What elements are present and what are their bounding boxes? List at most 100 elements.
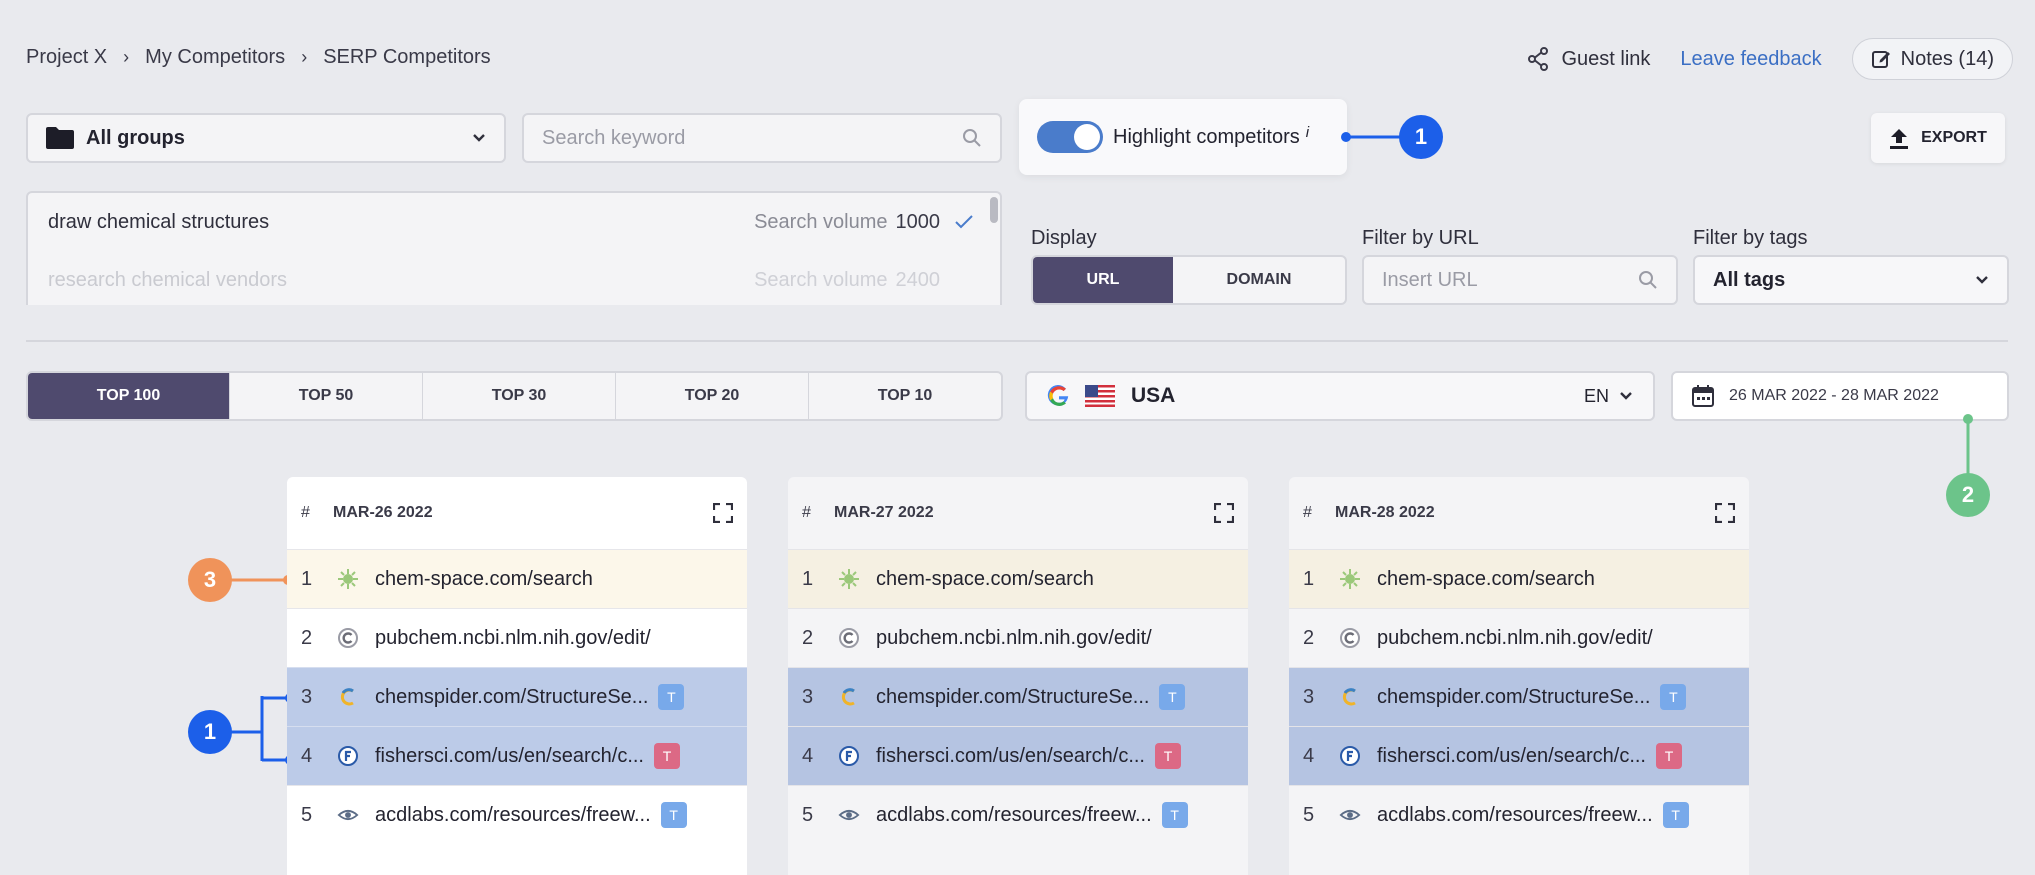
row-url[interactable]: pubchem.ncbi.nlm.nih.gov/edit/ [876, 627, 1152, 650]
upload-icon [1890, 129, 1909, 149]
chevron-down-icon [473, 134, 485, 142]
column-date: MAR-26 2022 [333, 504, 433, 521]
tab-top-100[interactable]: TOP 100 [28, 373, 229, 419]
highlight-competitors-toggle[interactable] [1037, 121, 1103, 153]
serp-row[interactable]: 1 chem-space.com/search [788, 549, 1248, 608]
column-date: MAR-27 2022 [834, 504, 934, 521]
row-url[interactable]: acdlabs.com/resources/freew... [1377, 804, 1653, 827]
date-range-picker[interactable]: 26 MAR 2022 - 28 MAR 2022 [1671, 371, 2009, 421]
keyword-item[interactable]: draw chemical structures Search volume 10… [28, 193, 1000, 251]
filter-tags-select[interactable]: All tags [1693, 255, 2009, 305]
tab-top-30[interactable]: TOP 30 [422, 373, 615, 419]
search-engine-region-select[interactable]: USA EN [1025, 371, 1655, 421]
tag-badge[interactable]: T [660, 802, 687, 828]
column-date: MAR-28 2022 [1335, 504, 1435, 521]
share-icon [1528, 47, 1549, 71]
serp-column: # MAR-27 2022 1 chem-space.com/search 2 pubch… [788, 477, 1248, 875]
breadcrumb-project[interactable]: Project X [26, 46, 107, 69]
region-country: USA [1131, 384, 1176, 407]
leave-feedback-link[interactable]: Leave feedback [1680, 48, 1821, 71]
tag-badge[interactable]: T [1161, 802, 1188, 828]
breadcrumb-my-competitors[interactable]: My Competitors [145, 46, 285, 69]
search-keyword-input[interactable]: Search keyword [522, 113, 1002, 163]
tab-top-10[interactable]: TOP 10 [808, 373, 1001, 419]
serp-row[interactable]: 2 pubchem.ncbi.nlm.nih.gov/edit/ [788, 608, 1248, 667]
tab-top-50[interactable]: TOP 50 [229, 373, 422, 419]
row-url[interactable]: acdlabs.com/resources/freew... [876, 804, 1152, 827]
export-button[interactable]: EXPORT [1871, 113, 2005, 163]
serp-row[interactable]: 5 acdlabs.com/resources/freew... T [788, 785, 1248, 844]
serp-row[interactable]: 1 chem-space.com/search [1289, 549, 1749, 608]
serp-row[interactable]: 3 chemspider.com/StructureSe... T [1289, 667, 1749, 726]
search-icon [1639, 271, 1657, 289]
serp-row[interactable]: 3 chemspider.com/StructureSe... T [788, 667, 1248, 726]
serp-row[interactable]: 4 fishersci.com/us/en/search/c... T [287, 726, 747, 785]
serp-row[interactable]: 2 pubchem.ncbi.nlm.nih.gov/edit/ [1289, 608, 1749, 667]
callout-connector [230, 575, 293, 585]
row-url[interactable]: chem-space.com/search [375, 568, 593, 591]
breadcrumb: Project X › My Competitors › SERP Compet… [26, 46, 491, 69]
tag-badge[interactable]: T [1154, 743, 1181, 769]
row-url[interactable]: chem-space.com/search [1377, 568, 1595, 591]
serp-row[interactable]: 1 chem-space.com/search [287, 549, 747, 608]
serp-row[interactable]: 5 acdlabs.com/resources/freew... T [287, 785, 747, 844]
row-url[interactable]: fishersci.com/us/en/search/c... [375, 745, 644, 768]
tag-badge[interactable]: T [1662, 802, 1689, 828]
info-icon[interactable]: i [1306, 124, 1309, 141]
c-circle-icon [1339, 627, 1361, 649]
notes-button[interactable]: Notes (14) [1851, 38, 2013, 80]
tab-top-20[interactable]: TOP 20 [615, 373, 808, 419]
callout-connector [1341, 132, 1402, 142]
row-position: 4 [1303, 744, 1315, 767]
display-toggle: URL DOMAIN [1031, 255, 1347, 305]
filter-url-input[interactable]: Insert URL [1362, 255, 1678, 305]
display-url-option[interactable]: URL [1033, 257, 1173, 303]
expand-icon[interactable] [713, 503, 733, 523]
tag-badge[interactable]: T [1159, 684, 1186, 710]
row-url[interactable]: chemspider.com/StructureSe... [1377, 686, 1650, 709]
calendar-icon [1692, 385, 1714, 407]
display-domain-option[interactable]: DOMAIN [1173, 257, 1345, 303]
eye-icon [337, 804, 359, 826]
callout-badge: 2 [1946, 473, 1990, 517]
tag-badge[interactable]: T [1660, 684, 1687, 710]
serp-row[interactable]: 4 fishersci.com/us/en/search/c... T [788, 726, 1248, 785]
scrollbar-thumb[interactable] [990, 197, 998, 223]
row-url[interactable]: chemspider.com/StructureSe... [375, 686, 648, 709]
row-position: 4 [802, 744, 814, 767]
search-volume: Search volume 1000 [754, 210, 940, 233]
language-select[interactable]: EN [1584, 386, 1633, 407]
serp-row[interactable]: 4 fishersci.com/us/en/search/c... T [1289, 726, 1749, 785]
row-url[interactable]: acdlabs.com/resources/freew... [375, 804, 651, 827]
position-header: # [1303, 504, 1312, 521]
search-volume: Search volume 2400 [754, 268, 940, 291]
serp-row[interactable]: 2 pubchem.ncbi.nlm.nih.gov/edit/ [287, 608, 747, 667]
keyword-item[interactable]: research chemical vendors Search volume 2… [28, 251, 1000, 305]
fisher-icon [838, 745, 860, 767]
row-url[interactable]: chem-space.com/search [876, 568, 1094, 591]
row-url[interactable]: pubchem.ncbi.nlm.nih.gov/edit/ [1377, 627, 1653, 650]
tag-badge[interactable]: T [658, 684, 685, 710]
guest-link-button[interactable]: Guest link [1527, 47, 1650, 71]
row-position: 3 [802, 685, 814, 708]
expand-icon[interactable] [1715, 503, 1735, 523]
google-icon [1047, 384, 1069, 406]
chevron-down-icon [1976, 276, 1988, 284]
serp-column: # MAR-28 2022 1 chem-space.com/search 2 pubch… [1289, 477, 1749, 875]
serp-row[interactable]: 3 chemspider.com/StructureSe... T [287, 667, 747, 726]
keyword-text: research chemical vendors [48, 268, 287, 291]
divider [26, 340, 2008, 342]
callout-badge: 1 [188, 710, 232, 754]
tag-badge[interactable]: T [653, 743, 680, 769]
keyword-list: draw chemical structures Search volume 10… [26, 191, 1002, 305]
tag-badge[interactable]: T [1655, 743, 1682, 769]
serp-row[interactable]: 5 acdlabs.com/resources/freew... T [1289, 785, 1749, 844]
filter-tags-value: All tags [1713, 268, 1786, 291]
date-range-value: 26 MAR 2022 - 28 MAR 2022 [1729, 387, 1939, 404]
expand-icon[interactable] [1214, 503, 1234, 523]
row-url[interactable]: pubchem.ncbi.nlm.nih.gov/edit/ [375, 627, 651, 650]
row-url[interactable]: fishersci.com/us/en/search/c... [1377, 745, 1646, 768]
groups-select[interactable]: All groups [26, 113, 506, 163]
row-url[interactable]: chemspider.com/StructureSe... [876, 686, 1149, 709]
row-url[interactable]: fishersci.com/us/en/search/c... [876, 745, 1145, 768]
